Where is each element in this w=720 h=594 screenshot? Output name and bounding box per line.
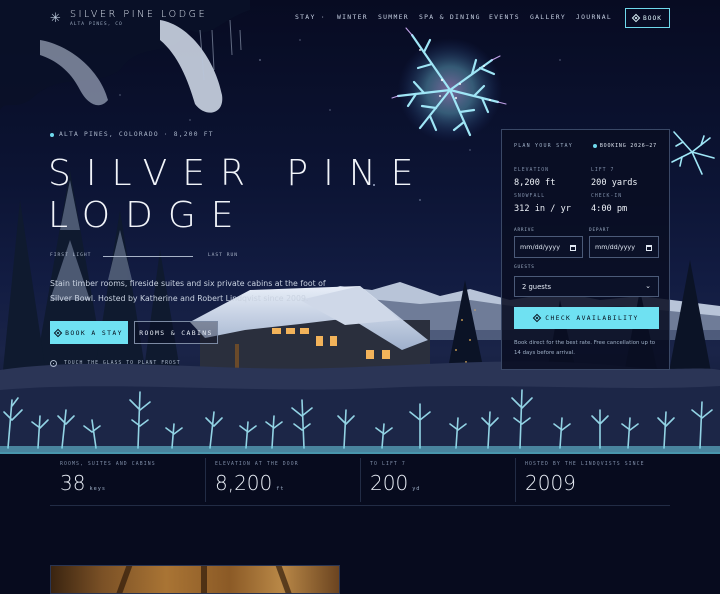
brand-location: ALTA PINES, CO — [70, 22, 123, 27]
nav-item-gallery[interactable]: GALLERY — [530, 13, 576, 21]
stat-cell-unit: yd — [412, 486, 421, 492]
nav-item-spa-dining[interactable]: SPA & DINING — [419, 13, 489, 21]
range-left-label: FIRST LIGHT — [50, 253, 92, 258]
frost-hint[interactable]: TOUCH THE GLASS TO PLANT FROST — [50, 360, 181, 367]
booking-season-badge: BOOKING 2026–27 — [592, 143, 657, 149]
brand[interactable]: ✳ SILVER PINE LODGE ALTA PINES, CO — [50, 9, 207, 27]
nav-item-events[interactable]: EVENTS — [489, 13, 530, 21]
stat-label-elevation: ELEVATION — [514, 168, 549, 173]
check-availability-label: CHECK AVAILABILITY — [545, 314, 639, 322]
stat-cell-label: ROOMS, SUITES AND CABINS — [60, 462, 156, 467]
stat-value-elevation: 8,200 ft — [514, 178, 556, 188]
stat-cell-unit: keys — [89, 486, 106, 492]
calendar-icon — [570, 245, 576, 251]
stat-cell-value: 2009 — [525, 471, 576, 495]
dot-icon — [592, 144, 597, 148]
arrive-date-placeholder: mm/dd/yyyy — [520, 243, 560, 251]
hero-lead: Stain timber rooms, fireside suites and … — [50, 279, 326, 303]
stat-cell-value: 38 keys — [60, 471, 106, 495]
depart-date-placeholder: mm/dd/yyyy — [595, 243, 635, 251]
stats-bottom-rule — [50, 505, 670, 506]
booking-note: Book direct for the best rate. Free canc… — [514, 340, 656, 356]
nav-item-summer[interactable]: SUMMER — [378, 13, 419, 21]
booking-season-text: BOOKING 2026–27 — [599, 143, 657, 149]
stat-cell-lift: TO LIFT 7 200 yd — [360, 452, 515, 506]
booking-panel: PLAN YOUR STAY BOOKING 2026–27 ELEVATION… — [501, 129, 670, 370]
diamond-icon — [631, 13, 641, 23]
stat-label-checkin: CHECK-IN — [591, 194, 623, 199]
rooms-cabins-label: ROOMS & CABINS — [139, 328, 213, 337]
stat-cell-since: HOSTED BY THE LINDQVISTS SINCE 2009 — [515, 452, 670, 506]
stat-cell-number: 2009 — [525, 471, 576, 495]
nav-item-journal[interactable]: JOURNAL — [576, 13, 616, 21]
book-a-stay-button[interactable]: BOOK A STAY — [50, 321, 128, 344]
guests-select[interactable]: 2 guests ⌄ — [514, 276, 659, 297]
stat-cell-number: 38 — [60, 471, 86, 495]
stat-label-lift: LIFT 7 — [591, 168, 615, 173]
chevron-down-icon: ⌄ — [645, 282, 651, 290]
nav-item-winter[interactable]: WINTER — [337, 13, 378, 21]
range-line — [103, 256, 193, 257]
book-a-stay-label: BOOK A STAY — [65, 328, 123, 337]
guests-value: 2 guests — [522, 282, 552, 291]
diamond-icon — [533, 313, 542, 323]
guests-label: GUESTS — [514, 265, 535, 270]
stat-cell-value: 200 yd — [370, 471, 420, 495]
hero-title-line-1: SILVER PINE — [48, 153, 429, 194]
stats-band: ROOMS, SUITES AND CABINS 38 keys ELEVATIO… — [0, 452, 720, 594]
frost-hint-text: TOUCH THE GLASS TO PLANT FROST — [64, 361, 181, 366]
stat-cell-label: TO LIFT 7 — [370, 462, 406, 467]
hero-eyebrow: ALTA PINES, COLORADO · 8,200 FT — [50, 131, 214, 138]
book-button-label: BOOK — [643, 14, 662, 22]
interior-photo — [50, 565, 340, 594]
main-nav: STAY · WINTER SUMMER SPA & DINING EVENTS… — [295, 13, 616, 21]
hero-eyebrow-text: ALTA PINES, COLORADO · 8,200 FT — [59, 131, 214, 138]
frost-snowflake — [391, 27, 507, 142]
brand-name: SILVER PINE LODGE — [70, 9, 208, 20]
hero-title-line-2: LODGE — [48, 195, 249, 236]
stat-value-snowfall: 312 in / yr — [514, 204, 571, 214]
rooms-cabins-button[interactable]: ROOMS & CABINS — [134, 321, 218, 344]
dot-icon — [50, 132, 54, 137]
stat-value-checkin: 4:00 pm — [591, 204, 628, 214]
depart-label: DEPART — [589, 228, 610, 233]
stat-cell-label: HOSTED BY THE LINDQVISTS SINCE — [525, 462, 645, 467]
stat-cell-value: 8,200 ft — [215, 471, 285, 495]
nav-item-stay[interactable]: STAY · — [295, 13, 337, 21]
stat-cell-label: ELEVATION AT THE DOOR — [215, 462, 299, 467]
snowflake-icon: ✳ — [50, 10, 61, 26]
arrive-date-field[interactable]: mm/dd/yyyy — [514, 236, 583, 258]
book-button[interactable]: BOOK — [625, 8, 670, 28]
stat-value-lift: 200 yards — [591, 178, 638, 188]
target-icon — [50, 360, 57, 367]
stat-cell-number: 200 — [370, 471, 409, 495]
frost-snowflake-small — [671, 131, 715, 175]
check-availability-button[interactable]: CHECK AVAILABILITY — [514, 307, 659, 329]
range-right-label: LAST RUN — [207, 253, 238, 258]
arrive-label: ARRIVE — [514, 228, 535, 233]
depart-date-field[interactable]: mm/dd/yyyy — [589, 236, 659, 258]
booking-panel-title: PLAN YOUR STAY — [514, 143, 573, 149]
stat-cell-keys: ROOMS, SUITES AND CABINS 38 keys — [50, 452, 205, 506]
stat-cell-number: 8,200 — [215, 471, 273, 495]
calendar-icon — [646, 245, 652, 251]
stat-cell-elevation: ELEVATION AT THE DOOR 8,200 ft — [205, 452, 360, 506]
stat-cell-unit: ft — [276, 486, 285, 492]
stat-label-snowfall: SNOWFALL — [514, 194, 546, 199]
diamond-icon — [53, 328, 63, 337]
